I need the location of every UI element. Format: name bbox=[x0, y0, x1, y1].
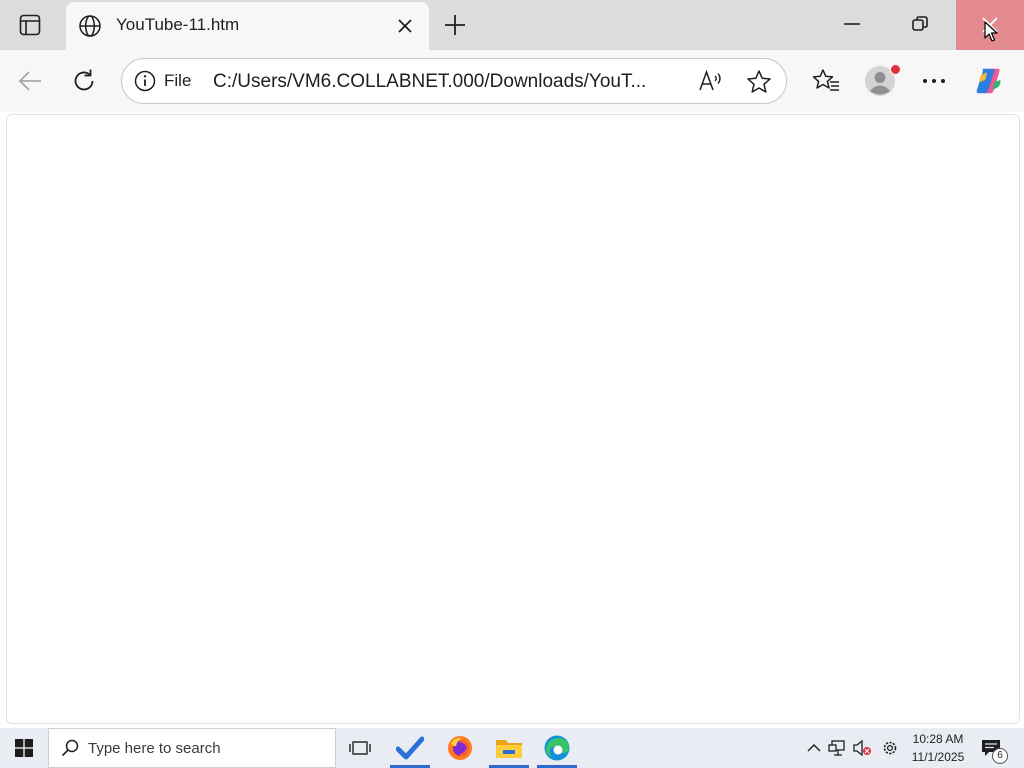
clock-date: 11/1/2025 bbox=[911, 750, 965, 764]
add-favorite-star-icon[interactable] bbox=[746, 69, 772, 95]
chevron-up-icon[interactable] bbox=[804, 738, 824, 758]
notification-count-badge: 6 bbox=[992, 748, 1008, 764]
favorites-icon[interactable] bbox=[810, 65, 842, 97]
windows-start-icon[interactable] bbox=[0, 728, 48, 768]
clock-time: 10:28 AM bbox=[912, 732, 964, 746]
restore-icon[interactable] bbox=[894, 0, 946, 48]
address-bar[interactable]: File C:/Users/VM6.COLLABNET.000/Download… bbox=[121, 58, 787, 104]
tab-close-icon[interactable] bbox=[396, 17, 414, 35]
title-bar: YouTube-11.htm bbox=[0, 0, 1024, 50]
copilot-icon[interactable] bbox=[974, 65, 1006, 97]
search-icon bbox=[61, 739, 79, 757]
search-placeholder: Type here to search bbox=[88, 740, 221, 757]
read-aloud-icon[interactable] bbox=[698, 69, 724, 93]
refresh-icon[interactable] bbox=[68, 65, 100, 97]
info-icon bbox=[134, 70, 156, 92]
task-view-icon[interactable] bbox=[340, 728, 380, 768]
volume-muted-icon[interactable] bbox=[852, 738, 872, 758]
browser-toolbar: File C:/Users/VM6.COLLABNET.000/Download… bbox=[0, 50, 1024, 112]
todo-check-icon[interactable] bbox=[390, 728, 430, 768]
browser-tab[interactable]: YouTube-11.htm bbox=[66, 2, 429, 50]
url-text[interactable]: C:/Users/VM6.COLLABNET.000/Downloads/You… bbox=[213, 71, 683, 93]
tab-title: YouTube-11.htm bbox=[116, 15, 240, 34]
taskbar-clock[interactable]: 10:28 AM 11/1/2025 bbox=[906, 730, 970, 766]
globe-icon bbox=[78, 14, 102, 38]
profile-notification-dot bbox=[890, 64, 901, 75]
network-icon[interactable] bbox=[828, 738, 848, 758]
new-tab-plus-icon[interactable] bbox=[442, 12, 468, 38]
minimize-icon[interactable] bbox=[826, 0, 878, 48]
more-dots-icon[interactable] bbox=[918, 65, 950, 97]
edge-icon[interactable] bbox=[537, 728, 577, 768]
site-info-label: File bbox=[164, 71, 192, 90]
file-explorer-icon[interactable] bbox=[489, 728, 529, 768]
page-content-area[interactable] bbox=[6, 114, 1020, 724]
settings-gear-icon[interactable] bbox=[880, 738, 900, 758]
firefox-icon[interactable] bbox=[440, 728, 480, 768]
windows-taskbar: Type here to search 10:28 AM 11/1/2025 6 bbox=[0, 728, 1024, 768]
taskbar-search-input[interactable]: Type here to search bbox=[48, 728, 336, 768]
site-info-button[interactable]: File bbox=[134, 70, 191, 92]
tab-actions-icon[interactable] bbox=[10, 8, 50, 42]
mouse-cursor-icon bbox=[984, 21, 998, 43]
back-arrow-icon[interactable] bbox=[14, 65, 46, 97]
